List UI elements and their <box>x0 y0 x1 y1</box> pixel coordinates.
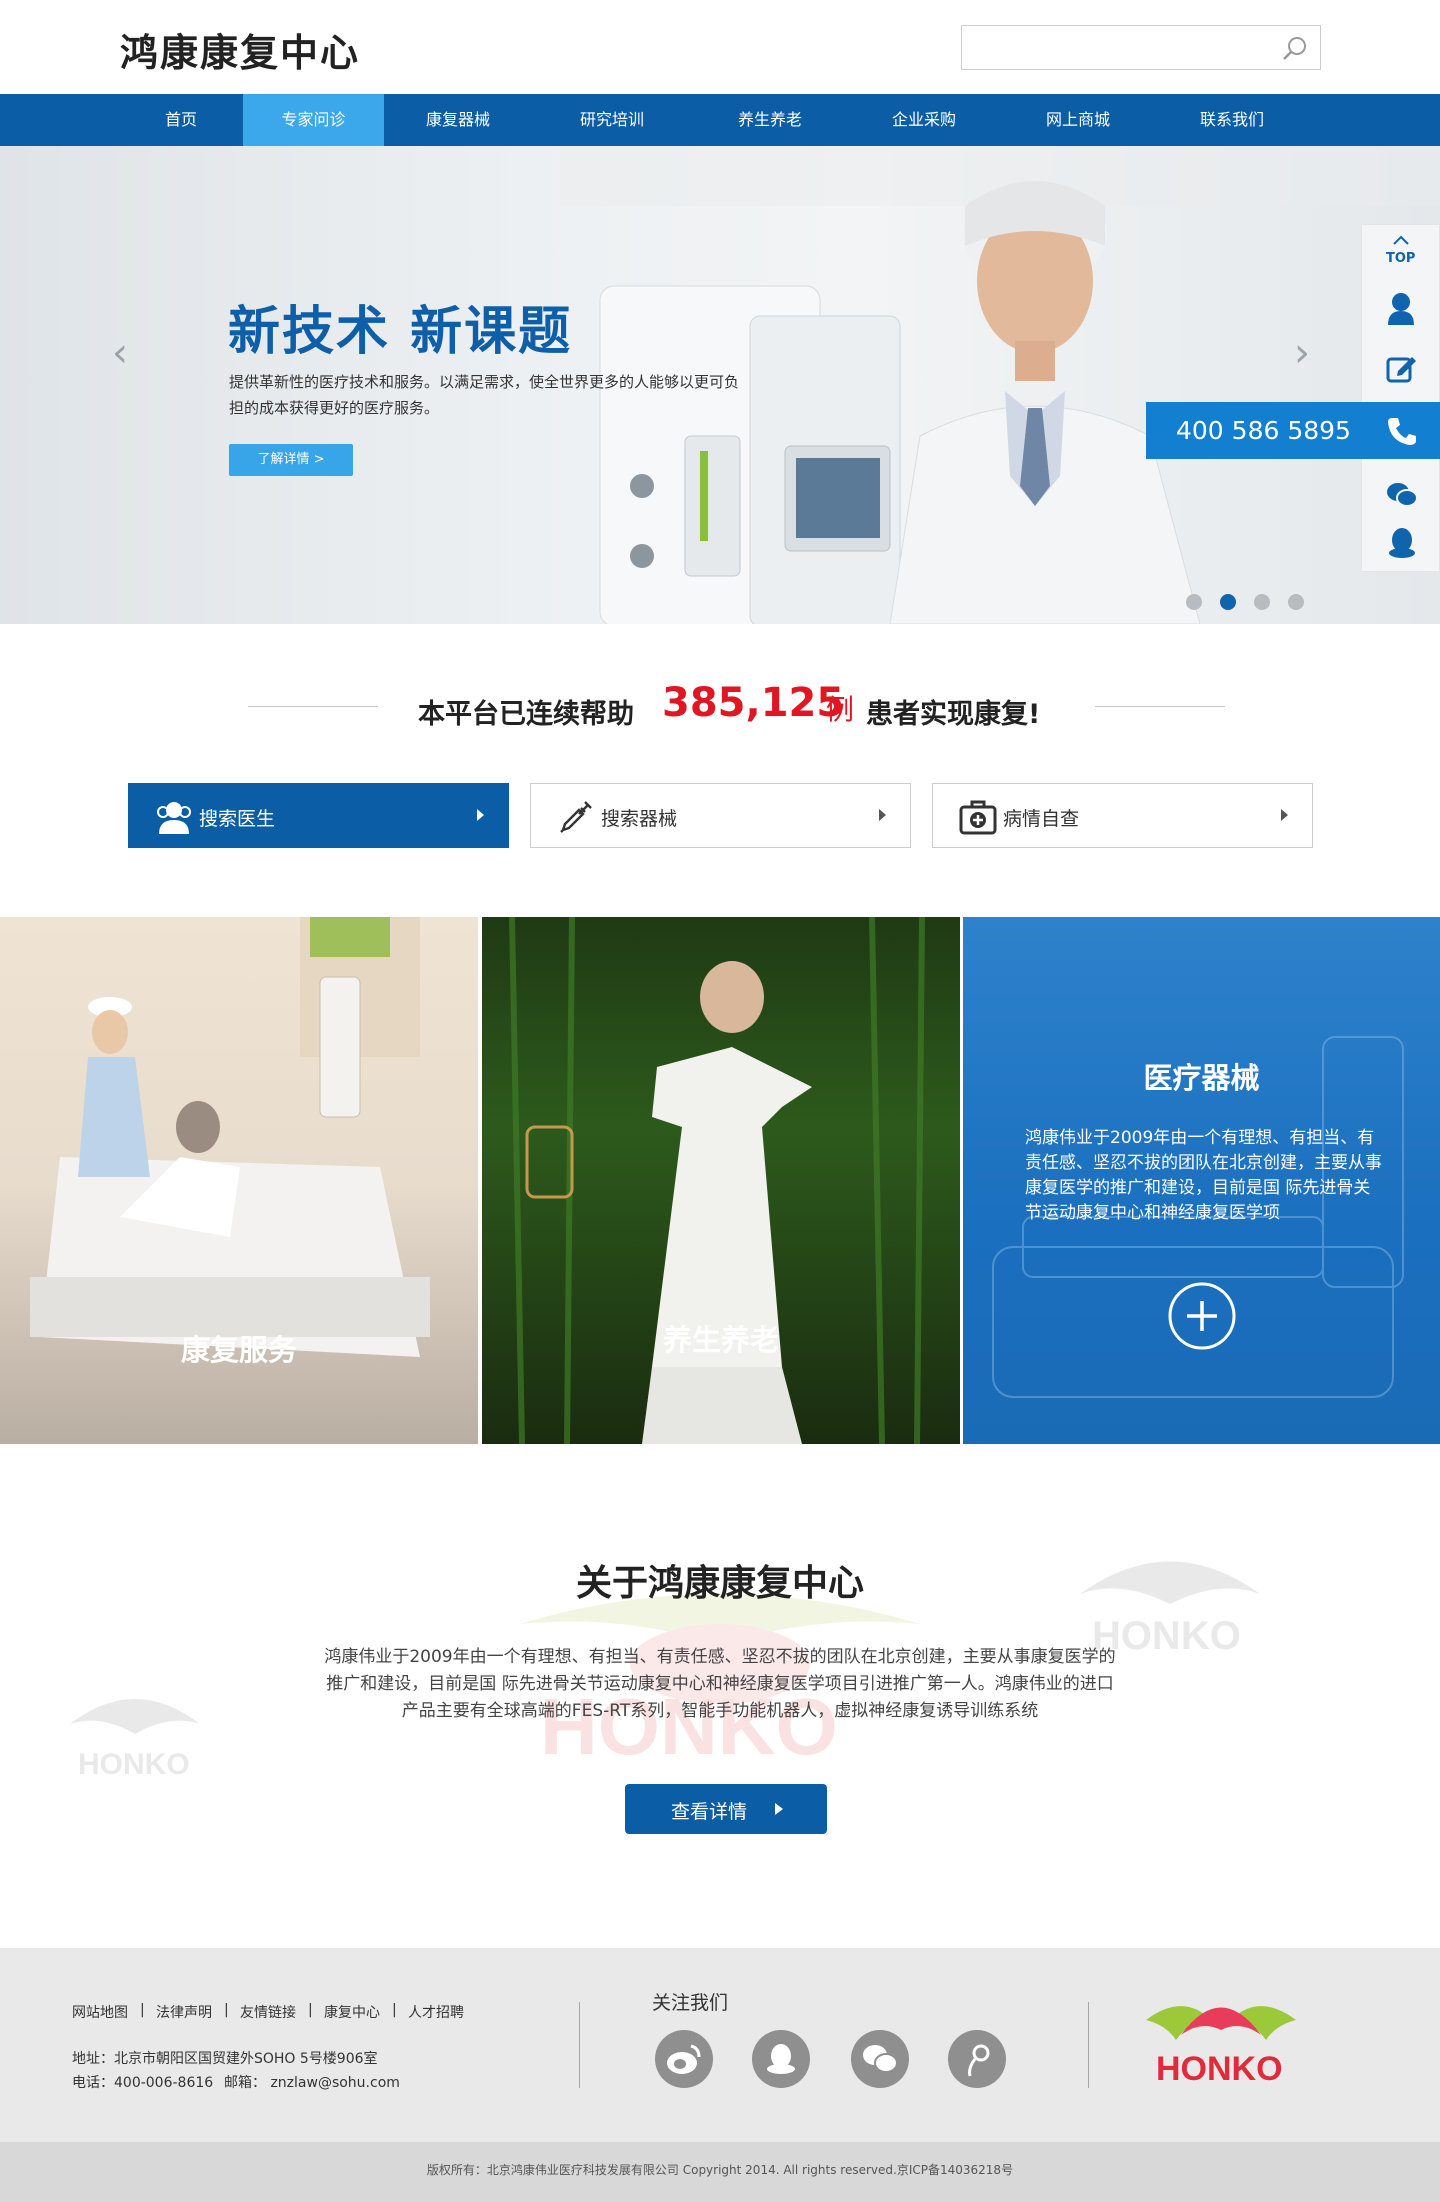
footer-link-rehab[interactable]: 康复中心 <box>324 2002 380 2022</box>
panel-title: 医疗器械 <box>1143 1061 1260 1095</box>
nav-elderly-care[interactable]: 养生养老 <box>714 94 826 146</box>
chevron-right-icon <box>477 809 484 821</box>
about-section: HONKO HONKO HONKO 关于鸿康康复中心 鸿康伟业于2009年由一个… <box>0 1444 1440 1948</box>
stats-unit: 例 <box>826 693 855 726</box>
footer-phone: 电话：400-006-8616 <box>72 2075 214 2091</box>
site-logo[interactable]: 鸿康康复中心 <box>120 22 360 77</box>
self-check-label: 病情自查 <box>1003 808 1080 830</box>
chevron-left-icon[interactable]: ‹ <box>112 330 128 376</box>
copyright-text: 版权所有：北京鸿康伟业医疗科技发展有限公司 Copyright 2014. Al… <box>426 2163 1014 2177</box>
nav-procurement[interactable]: 企业采购 <box>868 94 980 146</box>
copyright-bar: 版权所有：北京鸿康伟业医疗科技发展有限公司 Copyright 2014. Al… <box>0 2142 1440 2202</box>
user-icon[interactable] <box>1386 291 1416 325</box>
view-details-button[interactable]: 查看详情 <box>625 1784 827 1834</box>
follow-us-label: 关注我们 <box>652 1992 729 2014</box>
plus-icon[interactable] <box>1167 1281 1237 1351</box>
slide-dot[interactable] <box>1288 594 1304 610</box>
hotline-bar[interactable]: 400 586 5895 <box>1146 402 1440 459</box>
chevron-right-icon <box>775 1803 783 1815</box>
search-input[interactable] <box>961 25 1321 70</box>
hotline-number: 400 586 5895 <box>1176 416 1351 445</box>
back-to-top[interactable]: TOP <box>1362 225 1440 281</box>
hero-banner: 新技术 新课题 提供革新性的医疗技术和服务。以满足需求，使全世界更多的人能够以更… <box>0 146 1440 624</box>
about-text: 鸿康伟业于2009年由一个有理想、有担当、有责任感、坚忍不拔的团队在北京创建，主… <box>324 1647 1116 1721</box>
separator: | <box>140 2002 145 2018</box>
top-label: TOP <box>1386 251 1416 266</box>
stats-prefix: 本平台已连续帮助 <box>418 699 634 730</box>
edit-icon[interactable] <box>1386 353 1418 385</box>
footer-link-sitemap[interactable]: 网站地图 <box>72 2002 128 2022</box>
divider <box>1088 2002 1089 2088</box>
chevron-right-icon <box>1281 809 1288 821</box>
footer-link-jobs[interactable]: 人才招聘 <box>408 2002 464 2022</box>
about-title: 关于鸿康康复中心 <box>575 1563 864 1604</box>
panel-title: 康复服务 <box>180 1333 297 1367</box>
view-details-label: 查看详情 <box>671 1801 748 1823</box>
stats-section: 本平台已连续帮助 385,125 例 患者实现康复! <box>0 670 1440 740</box>
nav-home[interactable]: 首页 <box>140 94 222 146</box>
chevron-right-icon[interactable]: › <box>1294 330 1310 376</box>
slide-dot[interactable] <box>1186 594 1202 610</box>
floating-toolbar: TOP <box>1361 224 1440 572</box>
banner-detail-button[interactable]: 了解详情 > <box>229 444 353 476</box>
svg-text:HONKO: HONKO <box>78 1748 190 1781</box>
banner-description: 提供革新性的医疗技术和服务。以满足需求，使全世界更多的人能够以更可负担的成本获得… <box>229 373 740 417</box>
medkit-icon <box>959 800 997 835</box>
main-nav: 首页 专家问诊 康复器械 研究培训 养生养老 企业采购 网上商城 联系我们 <box>0 94 1440 146</box>
qq-icon[interactable] <box>752 2030 810 2088</box>
svg-text:HONKO: HONKO <box>1156 2050 1283 2088</box>
search-doctor-button[interactable]: 搜索医生 <box>128 783 509 848</box>
separator: | <box>392 2002 397 2018</box>
chevron-right-icon <box>879 809 886 821</box>
tencent-weibo-icon[interactable] <box>948 2030 1006 2088</box>
phone-icon <box>1388 418 1416 445</box>
divider <box>579 2002 580 2088</box>
search-icon[interactable] <box>1280 34 1310 62</box>
search-equipment-label: 搜索器械 <box>601 808 678 830</box>
divider <box>1095 706 1225 707</box>
panel-description: 鸿康伟业于2009年由一个有理想、有担当、有责任感、坚忍不拔的团队在北京创建，主… <box>1025 1128 1382 1223</box>
nav-equipment[interactable]: 康复器械 <box>400 94 516 146</box>
nav-mall[interactable]: 网上商城 <box>1022 94 1134 146</box>
stats-suffix: 患者实现康复! <box>866 699 1041 730</box>
brand-logo: HONKO <box>1146 2006 1296 2088</box>
nav-expert[interactable]: 专家问诊 <box>243 94 384 146</box>
site-header: 鸿康康复中心 <box>0 0 1440 94</box>
slide-dot-active[interactable] <box>1220 594 1236 610</box>
self-check-button[interactable]: 病情自查 <box>932 783 1313 848</box>
site-footer: 网站地图 | 法律声明 | 友情链接 | 康复中心 | 人才招聘 地址：北京市朝… <box>0 1948 1440 2142</box>
elderly-care-panel[interactable]: 养生养老 <box>482 917 960 1444</box>
tai-chi-image <box>509 917 925 1444</box>
weibo-icon[interactable] <box>655 2030 713 2088</box>
doctor-icon <box>157 802 191 834</box>
watermark-logo: HONKO <box>70 1699 200 1781</box>
footer-address: 地址：北京市朝阳区国贸建外SOHO 5号楼906室 <box>72 2051 378 2067</box>
panel-title: 养生养老 <box>662 1323 779 1357</box>
wechat-icon[interactable] <box>1386 481 1418 507</box>
slide-dot[interactable] <box>1254 594 1270 610</box>
footer-link-friends[interactable]: 友情链接 <box>240 2002 296 2022</box>
banner-title: 新技术 新课题 <box>228 302 573 362</box>
separator: | <box>308 2002 313 2018</box>
nav-contact[interactable]: 联系我们 <box>1176 94 1288 146</box>
qq-icon[interactable] <box>1388 527 1416 559</box>
medical-equipment-panel[interactable]: 医疗器械 鸿康伟业于2009年由一个有理想、有担当、有责任感、坚忍不拔的团队在北… <box>963 917 1440 1444</box>
search-equipment-button[interactable]: 搜索器械 <box>530 783 911 848</box>
footer-link-legal[interactable]: 法律声明 <box>156 2002 212 2022</box>
arrow-up-icon <box>1393 235 1409 245</box>
search-doctor-label: 搜索医生 <box>199 808 276 830</box>
divider <box>248 706 378 707</box>
nav-research[interactable]: 研究培训 <box>556 94 668 146</box>
separator: | <box>224 2002 229 2018</box>
footer-email: 邮箱： znzlaw@sohu.com <box>224 2075 400 2091</box>
rehab-service-panel[interactable]: 康复服务 <box>0 917 478 1444</box>
stats-count: 385,125 <box>662 680 845 726</box>
syringe-icon <box>560 801 592 833</box>
wechat-icon[interactable] <box>851 2030 909 2088</box>
